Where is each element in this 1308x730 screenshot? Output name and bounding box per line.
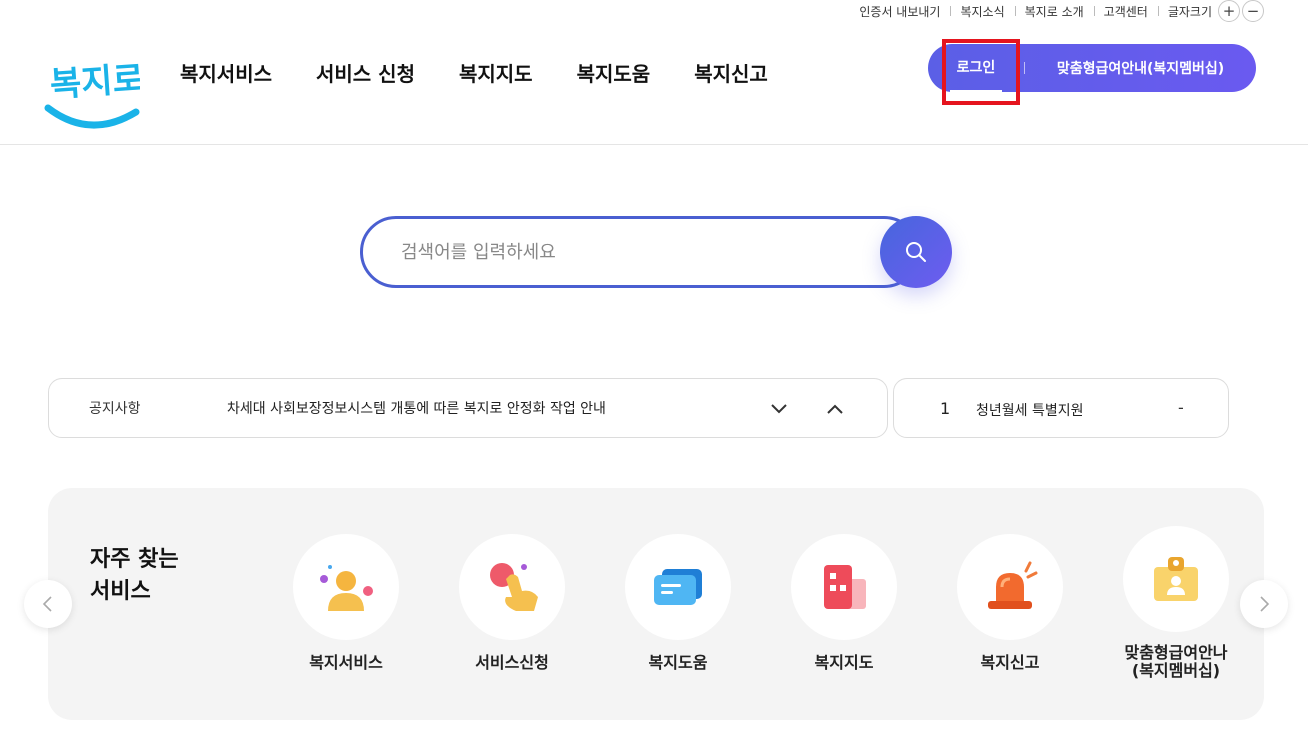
nav-welfare-service[interactable]: 복지서비스 (180, 58, 272, 87)
service-map[interactable]: 복지지도 (774, 534, 914, 672)
account-pill: 로그인 맞춤형급여안내(복지멤버십) (928, 44, 1256, 92)
service-label: 복지서비스 (309, 653, 383, 672)
service-icon-circle (293, 534, 399, 640)
util-link-cert-export[interactable]: 인증서 내보내기 (849, 3, 950, 20)
hand-click-icon (490, 563, 538, 611)
service-icon-circle (957, 534, 1063, 640)
service-icon-circle (791, 534, 897, 640)
carousel-next-button[interactable] (1240, 580, 1288, 628)
nav-welfare-help[interactable]: 복지도움 (577, 58, 651, 87)
service-membership[interactable]: 맞춤형급여안나 (복지멤버십) (1106, 526, 1246, 680)
search-icon (906, 242, 926, 262)
font-size-decrease-button[interactable]: − (1242, 0, 1264, 22)
carousel-prev-button[interactable] (24, 580, 72, 628)
service-help[interactable]: 복지도움 (608, 534, 748, 672)
membership-guide-button[interactable]: 맞춤형급여안내(복지멤버십) (1025, 58, 1256, 78)
notice-bar: 공지사항 차세대 사회보장정보시스템 개통에 따른 복지로 안정화 작업 안내 (48, 378, 888, 438)
site-logo[interactable]: 복지로 (44, 42, 145, 132)
header: 복지로 복지서비스 서비스 신청 복지지도 복지도움 복지신고 로그인 맞춤형급… (0, 30, 1308, 145)
util-link-about[interactable]: 복지로 소개 (1014, 3, 1094, 20)
main-nav: 복지서비스 서비스 신청 복지지도 복지도움 복지신고 (180, 58, 812, 87)
nav-welfare-map[interactable]: 복지지도 (459, 58, 533, 87)
trending-rank: 1 (940, 399, 951, 418)
frequent-services-title: 자주 찾는 서비스 (90, 544, 179, 608)
search-button[interactable] (880, 216, 952, 288)
service-label: 서비스신청 (475, 653, 549, 672)
chat-bubble-icon (654, 569, 702, 605)
frequent-services-panel: 자주 찾는 서비스 복지서비스 서비스신청 복지도움 복지지도 복지신고 맞춤형… (48, 488, 1264, 720)
service-label: 맞춤형급여안나 (복지멤버십) (1124, 643, 1228, 680)
util-link-customer-center[interactable]: 고객센터 (1093, 3, 1158, 20)
utility-bar: 인증서 내보내기 복지소식 복지로 소개 고객센터 글자크기 + − (849, 0, 1264, 22)
service-apply[interactable]: 서비스신청 (442, 534, 582, 672)
service-icon-circle (459, 534, 565, 640)
search-input[interactable] (360, 216, 920, 288)
siren-icon (988, 561, 1038, 609)
font-size-increase-button[interactable]: + (1218, 0, 1240, 22)
nav-service-apply[interactable]: 서비스 신청 (316, 58, 415, 87)
chevron-up-icon[interactable] (823, 397, 847, 421)
building-icon (824, 565, 866, 609)
service-label: 복지신고 (980, 653, 1040, 672)
service-label: 복지도움 (648, 653, 708, 672)
service-icon-circle (1123, 526, 1229, 632)
frequent-services-title-line1: 자주 찾는 (90, 547, 179, 572)
service-label: 복지지도 (814, 653, 874, 672)
trending-keyword-box: 1 청년월세 특별지원 - (893, 378, 1229, 438)
login-button[interactable]: 로그인 (928, 44, 1024, 92)
nav-welfare-report[interactable]: 복지신고 (694, 58, 768, 87)
svg-text:복지로: 복지로 (49, 59, 140, 105)
chevron-left-icon (42, 596, 52, 612)
person-icon (320, 565, 373, 611)
service-report[interactable]: 복지신고 (940, 534, 1080, 672)
service-icon-circle (625, 534, 731, 640)
frequent-services-title-line2: 서비스 (90, 579, 151, 604)
chevron-right-icon (1260, 596, 1270, 612)
trending-keyword-link[interactable]: 청년월세 특별지원 (976, 400, 1084, 420)
id-card-icon (1154, 557, 1198, 601)
trending-change: - (1178, 398, 1184, 417)
font-size-label: 글자크기 (1157, 3, 1212, 20)
search-bar (360, 216, 952, 288)
service-welfare[interactable]: 복지서비스 (276, 534, 416, 672)
notice-label: 공지사항 (89, 401, 141, 417)
chevron-down-icon[interactable] (767, 397, 791, 421)
util-link-news[interactable]: 복지소식 (950, 3, 1014, 20)
notice-link[interactable]: 차세대 사회보장정보시스템 개통에 따른 복지로 안정화 작업 안내 (227, 398, 606, 418)
